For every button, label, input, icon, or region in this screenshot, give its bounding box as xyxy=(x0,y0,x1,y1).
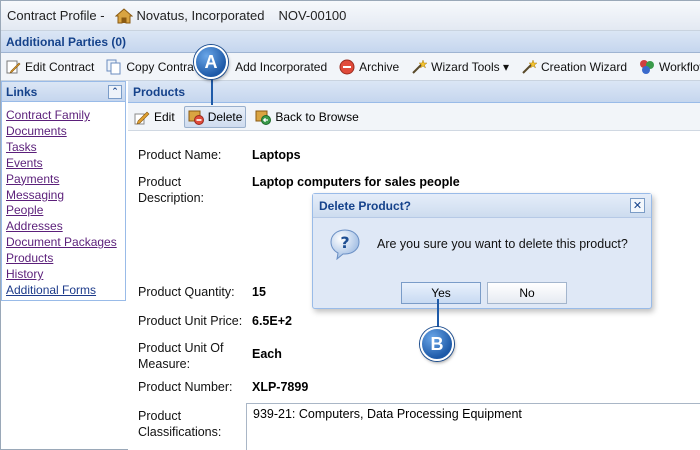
product-number-label: Product Number: xyxy=(138,380,233,394)
wizard-tools-menu[interactable]: Wizard Tools ▾ xyxy=(411,58,509,75)
no-button[interactable]: No xyxy=(487,282,567,304)
links-panel: Links ⌃ Contract Family Documents Tasks … xyxy=(1,81,126,301)
link-document-packages[interactable]: Document Packages xyxy=(6,235,125,251)
product-uom-label-2: Measure: xyxy=(138,357,191,371)
product-classifications-value: 939-21: Computers, Data Processing Equip… xyxy=(253,407,522,421)
products-header: Products xyxy=(128,81,700,103)
callout-a-badge: A xyxy=(194,45,228,79)
product-name-label: Product Name: xyxy=(138,148,222,162)
callout-b-badge: B xyxy=(420,327,454,361)
link-events[interactable]: Events xyxy=(6,156,125,172)
edit-product-button[interactable]: Edit xyxy=(131,106,178,128)
product-classifications-label-1: Product xyxy=(138,409,182,423)
link-products[interactable]: Products xyxy=(6,251,125,267)
callout-a-pointer xyxy=(211,79,213,105)
workflow-icon xyxy=(640,59,655,74)
product-uom-label-1: Product Unit Of xyxy=(138,341,224,355)
links-title: Links xyxy=(6,84,38,99)
products-title: Products xyxy=(133,84,186,99)
product-quantity-label: Product Quantity: xyxy=(138,285,235,299)
product-name-value: Laptops xyxy=(252,148,301,162)
edit-document-icon xyxy=(6,60,21,74)
product-unit-price-label: Product Unit Price: xyxy=(138,314,243,328)
edit-contract-button[interactable]: Edit Contract xyxy=(5,59,94,75)
page-title: Contract Profile - xyxy=(7,8,105,23)
product-quantity-value: 15 xyxy=(252,285,266,299)
link-tasks[interactable]: Tasks xyxy=(6,140,125,156)
product-description-label-2: Description: xyxy=(138,191,204,205)
contract-id: NOV-00100 xyxy=(278,8,347,23)
dialog-title: Delete Product? xyxy=(319,198,412,213)
product-number-value: XLP-7899 xyxy=(252,380,309,394)
products-toolbar: Edit Delete Back to Browse xyxy=(128,103,700,131)
creation-wizard-button[interactable]: Creation Wizard xyxy=(521,58,627,75)
delete-product-dialog: Delete Product? ✕ ? Are you sure you wan… xyxy=(312,193,652,309)
wand-icon xyxy=(412,58,428,74)
window-title-bar: Contract Profile - Novatus, Incorporated… xyxy=(1,1,700,31)
archive-button[interactable]: Archive xyxy=(339,59,399,75)
product-unit-price-value: 6.5E+2 xyxy=(252,314,292,328)
product-classifications-label-2: Classifications: xyxy=(138,425,222,439)
link-payments[interactable]: Payments xyxy=(6,172,125,188)
copy-contract-button[interactable]: Copy Contract xyxy=(106,59,203,75)
collapse-icon[interactable]: ⌃ xyxy=(108,84,122,99)
product-uom-value: Each xyxy=(252,347,282,361)
product-classifications-field[interactable]: 939-21: Computers, Data Processing Equip… xyxy=(246,403,700,450)
additional-parties-header[interactable]: Additional Parties (0) xyxy=(1,31,700,53)
delete-box-icon xyxy=(188,110,204,125)
link-messaging[interactable]: Messaging xyxy=(6,188,125,204)
link-history[interactable]: History xyxy=(6,267,125,283)
link-contract-family[interactable]: Contract Family xyxy=(6,108,125,124)
links-list: Contract Family Documents Tasks Events P… xyxy=(2,102,125,299)
add-incorporated-button[interactable]: Add Incorporated xyxy=(215,59,327,75)
dialog-header: Delete Product? ✕ xyxy=(313,194,651,218)
home-icon xyxy=(114,7,133,23)
yes-button[interactable]: Yes xyxy=(401,282,481,304)
dialog-body: ? Are you sure you want to delete this p… xyxy=(329,228,628,260)
wand-icon xyxy=(522,58,537,74)
link-people[interactable]: People xyxy=(6,203,125,219)
company-name: Novatus, Incorporated xyxy=(136,8,265,23)
question-icon: ? xyxy=(330,229,360,260)
link-documents[interactable]: Documents xyxy=(6,124,125,140)
callout-b-pointer xyxy=(437,299,439,329)
back-to-browse-button[interactable]: Back to Browse xyxy=(252,106,361,128)
copy-icon xyxy=(106,59,121,74)
archive-icon xyxy=(339,59,355,74)
dialog-message: Are you sure you want to delete this pro… xyxy=(377,237,628,251)
back-box-icon xyxy=(255,110,272,125)
close-icon[interactable]: ✕ xyxy=(630,198,645,213)
contract-toolbar: Edit Contract Copy Contract Add Incorpor… xyxy=(1,53,700,81)
delete-product-button[interactable]: Delete xyxy=(183,105,247,128)
pencil-icon xyxy=(134,111,150,124)
product-description-label-1: Product xyxy=(138,175,182,189)
links-header: Links ⌃ xyxy=(2,82,125,102)
additional-parties-label: Additional Parties (0) xyxy=(6,34,127,49)
workflows-button[interactable]: Workflows xyxy=(639,59,700,75)
product-description-value: Laptop computers for sales people xyxy=(252,175,460,189)
dialog-buttons: Yes No xyxy=(401,282,573,304)
link-additional-forms[interactable]: Additional Forms xyxy=(6,283,125,299)
svg-text:?: ? xyxy=(340,233,349,252)
link-addresses[interactable]: Addresses xyxy=(6,219,125,235)
